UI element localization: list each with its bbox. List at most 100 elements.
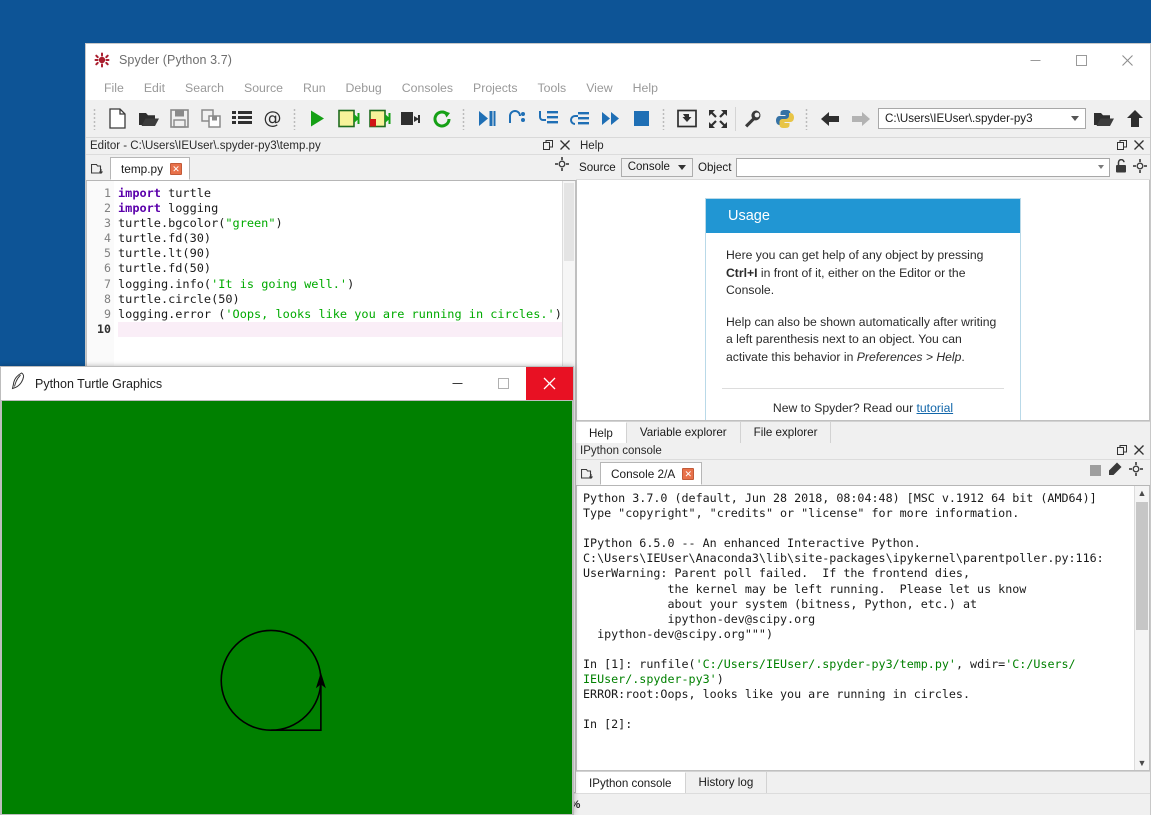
clear-console-icon[interactable] <box>1108 462 1129 485</box>
fullscreen-icon[interactable] <box>702 104 733 134</box>
close-button[interactable] <box>1104 44 1150 76</box>
continue-icon[interactable] <box>595 104 626 134</box>
console-output-area[interactable]: Python 3.7.0 (default, Jun 28 2018, 08:0… <box>576 486 1150 771</box>
maximize-button[interactable] <box>1058 44 1104 76</box>
arrow-right-icon[interactable] <box>845 104 876 134</box>
menu-view[interactable]: View <box>576 81 622 95</box>
undock-icon[interactable] <box>1117 445 1127 458</box>
chevron-down-icon[interactable] <box>1098 165 1104 169</box>
menu-help[interactable]: Help <box>623 81 668 95</box>
console-tab-2a[interactable]: Console 2/A ✕ <box>600 462 702 485</box>
toolbar-grip-icon[interactable] <box>660 108 668 130</box>
turtle-maximize-button[interactable] <box>480 367 526 400</box>
menu-projects[interactable]: Projects <box>463 81 527 95</box>
tab-history-log[interactable]: History log <box>686 772 768 793</box>
chevron-down-icon[interactable] <box>678 165 686 170</box>
unlock-icon[interactable] <box>1115 159 1128 176</box>
menu-tools[interactable]: Tools <box>527 81 576 95</box>
tab-variable-explorer[interactable]: Variable explorer <box>627 422 741 443</box>
line-number: 9 <box>87 307 111 322</box>
tab-file-explorer[interactable]: File explorer <box>741 422 832 443</box>
code-line: turtle.fd(30) <box>118 231 575 246</box>
tab-ipython-console[interactable]: IPython console <box>576 772 686 793</box>
close-icon[interactable] <box>560 140 570 153</box>
console-output-text[interactable]: Python 3.7.0 (default, Jun 28 2018, 08:0… <box>577 486 1134 770</box>
close-icon[interactable] <box>1134 445 1144 458</box>
interrupt-kernel-icon[interactable] <box>1090 463 1108 485</box>
console-line: about your system (bitness, Python, etc.… <box>583 597 1132 612</box>
new-file-icon[interactable] <box>102 104 133 134</box>
usage-paragraph-2: Help can also be shown automatically aft… <box>726 314 1000 367</box>
browse-tabs-icon[interactable] <box>576 468 600 485</box>
file-switcher-icon[interactable] <box>226 104 257 134</box>
menu-search[interactable]: Search <box>175 81 234 95</box>
scroll-up-icon[interactable]: ▲ <box>1138 486 1147 500</box>
code-line: import logging <box>118 201 575 216</box>
menu-source[interactable]: Source <box>234 81 293 95</box>
menu-file[interactable]: File <box>94 81 134 95</box>
menu-debug[interactable]: Debug <box>336 81 392 95</box>
chevron-down-icon[interactable] <box>1071 116 1079 121</box>
menu-edit[interactable]: Edit <box>134 81 175 95</box>
help-source-select[interactable]: Console <box>621 158 693 177</box>
toolbar-grip-icon[interactable] <box>803 108 811 130</box>
undock-icon[interactable] <box>1117 140 1127 153</box>
editor-tab-temp-py[interactable]: temp.py ✕ <box>110 157 190 180</box>
save-file-icon[interactable] <box>164 104 195 134</box>
working-directory-value: C:\Users\IEUser\.spyder-py3 <box>885 112 1065 125</box>
code-line: import turtle <box>118 186 575 201</box>
editor-scroll-thumb[interactable] <box>564 183 574 261</box>
pythonpath-icon[interactable] <box>769 104 800 134</box>
console-line: ipython-dev@scipy.org <box>583 612 1132 627</box>
gear-icon[interactable] <box>1129 462 1150 485</box>
browse-tabs-icon[interactable] <box>86 163 110 180</box>
minimize-button[interactable] <box>1012 44 1058 76</box>
step-return-icon[interactable] <box>564 104 595 134</box>
toolbar-grip-icon[interactable] <box>291 108 299 130</box>
save-all-icon[interactable] <box>195 104 226 134</box>
gear-icon[interactable] <box>1133 159 1147 176</box>
tutorial-link[interactable]: tutorial <box>917 401 954 415</box>
run-selection-icon[interactable] <box>395 104 426 134</box>
find-symbol-icon[interactable]: @ <box>257 104 288 134</box>
stop-debug-icon[interactable] <box>626 104 657 134</box>
working-directory-combo[interactable]: C:\Users\IEUser\.spyder-py3 <box>878 108 1086 129</box>
code-line <box>118 322 575 337</box>
turtle-close-button[interactable] <box>526 367 573 400</box>
undock-icon[interactable] <box>543 140 553 153</box>
menu-run[interactable]: Run <box>293 81 336 95</box>
step-into-icon[interactable] <box>533 104 564 134</box>
scroll-down-icon[interactable]: ▼ <box>1138 756 1147 770</box>
gear-icon[interactable] <box>555 157 576 180</box>
run-cell-advance-icon[interactable] <box>364 104 395 134</box>
step-over-icon[interactable] <box>502 104 533 134</box>
rerun-file-icon[interactable] <box>426 104 457 134</box>
toolbar-grip-icon[interactable] <box>460 108 468 130</box>
console-vertical-scrollbar[interactable]: ▲ ▼ <box>1134 486 1149 770</box>
run-file-icon[interactable] <box>302 104 333 134</box>
preferences-icon[interactable] <box>738 104 769 134</box>
close-icon[interactable]: ✕ <box>170 163 182 175</box>
turtle-canvas[interactable] <box>1 400 573 815</box>
tab-help[interactable]: Help <box>576 422 627 443</box>
debug-file-icon[interactable] <box>471 104 502 134</box>
run-cell-icon[interactable] <box>333 104 364 134</box>
close-icon[interactable]: ✕ <box>682 468 694 480</box>
open-file-icon[interactable] <box>133 104 164 134</box>
folder-open-icon[interactable] <box>1088 104 1119 134</box>
usage-footer-text: New to Spyder? Read our <box>773 401 917 415</box>
console-line: IEUser/.spyder-py3') <box>583 672 1132 687</box>
maximize-pane-icon[interactable] <box>671 104 702 134</box>
turtle-minimize-button[interactable] <box>434 367 480 400</box>
arrow-left-icon[interactable] <box>814 104 845 134</box>
close-icon[interactable] <box>1134 140 1144 153</box>
menu-consoles[interactable]: Consoles <box>392 81 463 95</box>
editor-tabstrip: temp.py ✕ <box>86 155 576 181</box>
toolbar-grip-icon[interactable] <box>91 108 99 130</box>
console-scroll-thumb[interactable] <box>1136 502 1148 630</box>
help-pane-header: Help <box>576 138 1150 155</box>
arrow-up-icon[interactable] <box>1119 104 1150 134</box>
line-number: 2 <box>87 201 111 216</box>
help-object-input[interactable] <box>736 158 1110 177</box>
window-title: Spyder (Python 3.7) <box>119 53 232 67</box>
